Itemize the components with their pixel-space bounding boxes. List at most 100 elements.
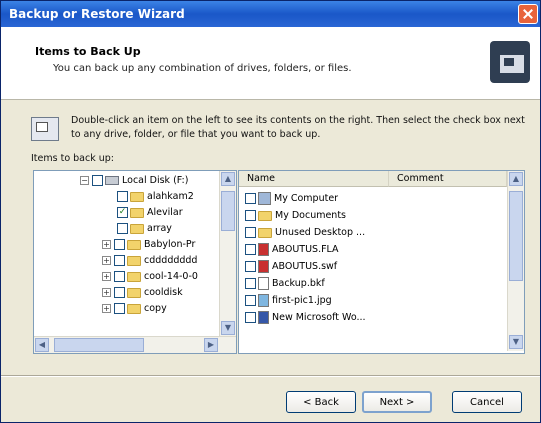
tree-item-label: copy (144, 303, 167, 314)
tree-item[interactable]: + Babylon-Pr (102, 237, 195, 253)
list-item-label: My Computer (274, 193, 339, 204)
scroll-left-icon[interactable]: ◀ (35, 338, 49, 352)
image-file-icon (258, 294, 269, 307)
word-file-icon (258, 311, 269, 324)
cancel-button[interactable]: Cancel (452, 391, 522, 413)
list-item-label: Backup.bkf (272, 278, 325, 289)
header-subtitle: You can back up any combination of drive… (53, 63, 352, 74)
close-icon[interactable] (518, 4, 538, 24)
tree-checkbox[interactable] (117, 191, 128, 202)
tree-item-label: cdddddddd (144, 255, 198, 266)
list-checkbox[interactable] (245, 210, 256, 221)
list-item-label: My Documents (275, 210, 347, 221)
tree-checkbox[interactable] (117, 223, 128, 234)
list-checkbox[interactable] (245, 278, 256, 289)
tree-checkbox-checked[interactable]: ✓ (117, 207, 128, 218)
tree-checkbox[interactable] (114, 271, 125, 282)
tree-item[interactable]: ✓ Alevilar (117, 205, 183, 221)
expand-icon[interactable]: + (102, 240, 111, 249)
tree-item[interactable]: + cool-14-0-0 (102, 269, 198, 285)
expand-icon[interactable]: + (102, 304, 111, 313)
tree-checkbox[interactable] (114, 303, 125, 314)
list-item[interactable]: New Microsoft Wo... (245, 310, 366, 326)
scroll-thumb[interactable] (221, 191, 235, 231)
folder-icon (127, 287, 141, 298)
list-item-label: ABOUTUS.FLA (272, 244, 339, 255)
window-title: Backup or Restore Wizard (9, 7, 185, 21)
list-item[interactable]: Backup.bkf (245, 276, 325, 292)
folder-icon (127, 255, 141, 266)
folder-icon (127, 239, 141, 250)
list-checkbox[interactable] (245, 244, 256, 255)
list-item[interactable]: Unused Desktop ... (245, 225, 365, 241)
tree-item-label: alahkam2 (147, 191, 194, 202)
collapse-icon[interactable]: − (80, 176, 89, 185)
tree-item[interactable]: array (117, 221, 172, 237)
list-checkbox[interactable] (245, 261, 256, 272)
list-item[interactable]: ABOUTUS.swf (245, 259, 337, 275)
tree-item-label: array (147, 223, 172, 234)
list-checkbox[interactable] (245, 312, 256, 323)
folder-icon (127, 303, 141, 314)
scroll-down-icon[interactable]: ▼ (221, 321, 235, 335)
folder-icon (130, 191, 144, 202)
swf-file-icon (258, 260, 269, 273)
folder-icon (258, 210, 272, 221)
fla-file-icon (258, 243, 269, 256)
folder-tree[interactable]: − Local Disk (F:) alahkam2 ✓ Alevilar arra… (33, 170, 237, 354)
info-icon (31, 117, 59, 141)
list-vertical-scrollbar[interactable]: ▲ ▼ (507, 171, 524, 351)
tree-item[interactable]: − Local Disk (F:) (80, 173, 188, 189)
instructions-text: Double-click an item on the left to see … (71, 115, 525, 140)
tree-item-label: cooldisk (144, 287, 183, 298)
scroll-up-icon[interactable]: ▲ (509, 172, 523, 186)
folder-icon (127, 271, 141, 282)
backup-file-icon (258, 277, 269, 290)
backup-wizard-icon (490, 41, 530, 83)
title-bar[interactable]: Backup or Restore Wizard (1, 1, 540, 27)
scroll-thumb[interactable] (509, 191, 523, 281)
tree-item-label: Alevilar (147, 207, 183, 218)
tree-checkbox[interactable] (114, 255, 125, 266)
tree-item[interactable]: + cooldisk (102, 285, 183, 301)
list-item[interactable]: My Documents (245, 208, 346, 224)
list-item-label: Unused Desktop ... (275, 227, 366, 238)
expand-icon[interactable]: + (102, 256, 111, 265)
tree-item[interactable]: + copy (102, 301, 167, 317)
tree-vertical-scrollbar[interactable]: ▲ ▼ (219, 171, 236, 337)
scroll-thumb[interactable] (54, 338, 144, 352)
folder-icon (258, 227, 272, 238)
tree-item[interactable]: alahkam2 (117, 189, 194, 205)
tree-checkbox[interactable] (92, 175, 103, 186)
tree-item[interactable]: + cdddddddd (102, 253, 197, 269)
tree-checkbox[interactable] (114, 239, 125, 250)
tree-item-label: cool-14-0-0 (144, 271, 198, 282)
wizard-header: Items to Back Up You can back up any com… (1, 27, 540, 100)
list-checkbox[interactable] (245, 227, 256, 238)
list-item-label: first-pic1.jpg (272, 295, 332, 306)
list-item[interactable]: ABOUTUS.FLA (245, 242, 339, 258)
list-item[interactable]: My Computer (245, 191, 338, 207)
list-item[interactable]: first-pic1.jpg (245, 293, 332, 309)
scroll-right-icon[interactable]: ▶ (204, 338, 218, 352)
next-button[interactable]: Next > (362, 391, 432, 413)
tree-horizontal-scrollbar[interactable]: ◀ ▶ (34, 336, 236, 353)
list-checkbox[interactable] (245, 295, 256, 306)
header-title: Items to Back Up (35, 45, 141, 58)
tree-checkbox[interactable] (114, 287, 125, 298)
drive-icon (105, 176, 119, 185)
items-to-back-up-label: Items to back up: (31, 153, 114, 164)
column-header-name[interactable]: Name (239, 171, 389, 187)
file-list[interactable]: Name Comment My Computer My Documents Un… (238, 170, 525, 354)
scroll-up-icon[interactable]: ▲ (221, 172, 235, 186)
back-button[interactable]: < Back (286, 391, 356, 413)
computer-icon (258, 192, 271, 205)
list-checkbox[interactable] (245, 193, 256, 204)
tree-item-label: Babylon-Pr (144, 239, 196, 250)
expand-icon[interactable]: + (102, 272, 111, 281)
column-header-comment[interactable]: Comment (389, 171, 507, 187)
tree-item-label: Local Disk (F:) (122, 175, 189, 186)
list-item-label: ABOUTUS.swf (272, 261, 338, 272)
expand-icon[interactable]: + (102, 288, 111, 297)
scroll-down-icon[interactable]: ▼ (509, 335, 523, 349)
